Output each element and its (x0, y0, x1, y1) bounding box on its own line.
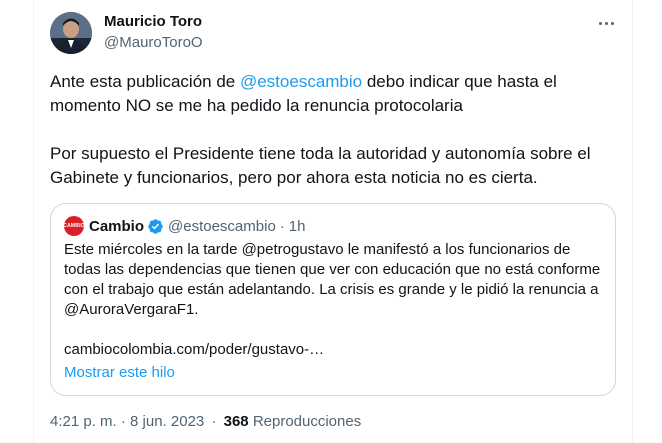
views-count: 368 (223, 413, 249, 430)
mention-link[interactable]: @estoescambio (240, 72, 362, 91)
author-avatar[interactable] (50, 12, 92, 54)
more-options-icon[interactable] (594, 13, 618, 33)
tweet-paragraph-2: Por supuesto el Presidente tiene toda la… (50, 144, 591, 187)
tweet-meta: 4:21 p. m. · 8 jun. 2023 · 368 Reproducc… (50, 413, 361, 430)
avatar-image (50, 12, 92, 54)
quoted-author-name[interactable]: Cambio (89, 218, 144, 235)
author-handle[interactable]: @MauroToroO (104, 34, 203, 51)
quoted-author-handle[interactable]: @estoescambio (168, 218, 276, 235)
tweet-paragraph-1: Ante esta publicación de @estoescambio d… (50, 70, 620, 118)
separator-dot: · (279, 217, 285, 235)
quoted-link[interactable]: cambiocolombia.com/poder/gustavo-… (64, 340, 609, 360)
show-thread-link[interactable]: Mostrar este hilo (64, 364, 175, 381)
quoted-tweet[interactable]: CAMBIO Cambio @estoescambio · 1h Este mi… (50, 203, 616, 396)
separator-dot: · (211, 413, 217, 430)
quoted-time[interactable]: 1h (289, 218, 306, 235)
quoted-text: Este miércoles en la tarde @petrogustavo… (64, 241, 601, 318)
tweet-text-part: Ante esta publicación de (50, 72, 240, 91)
verified-badge-icon (148, 218, 163, 234)
quoted-tweet-header: CAMBIO Cambio @estoescambio · 1h (63, 216, 306, 236)
tweet-timestamp[interactable]: 4:21 p. m. · 8 jun. 2023 (50, 413, 204, 430)
author-name[interactable]: Mauricio Toro (104, 13, 202, 30)
tweet-text: Ante esta publicación de @estoescambio d… (50, 70, 620, 190)
views-label: Reproducciones (252, 413, 362, 430)
cambio-logo: CAMBIO (63, 216, 85, 236)
quoted-tweet-body: Este miércoles en la tarde @petrogustavo… (64, 240, 609, 360)
